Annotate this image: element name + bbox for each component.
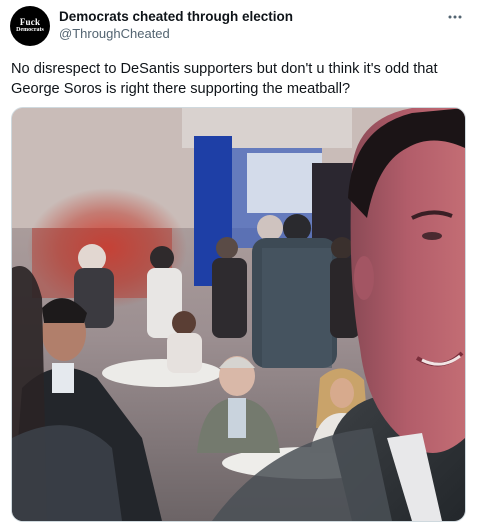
display-name[interactable]: Democrats cheated through election bbox=[59, 9, 293, 25]
photo-banquet-scene bbox=[12, 108, 465, 521]
avatar-text-top: Fuck bbox=[19, 17, 41, 27]
more-options-button[interactable] bbox=[444, 6, 466, 28]
tweet-photo[interactable] bbox=[11, 107, 466, 522]
avatar-text-bottom: Democrats bbox=[16, 27, 44, 33]
tweet[interactable]: Fuck Democrats Democrats cheated through… bbox=[0, 0, 479, 525]
more-horizontal-icon bbox=[448, 15, 462, 19]
tweet-text: No disrespect to DeSantis supporters but… bbox=[11, 61, 438, 97]
avatar[interactable]: Fuck Democrats bbox=[10, 6, 50, 46]
user-handle[interactable]: @ThroughCheated bbox=[59, 26, 170, 42]
